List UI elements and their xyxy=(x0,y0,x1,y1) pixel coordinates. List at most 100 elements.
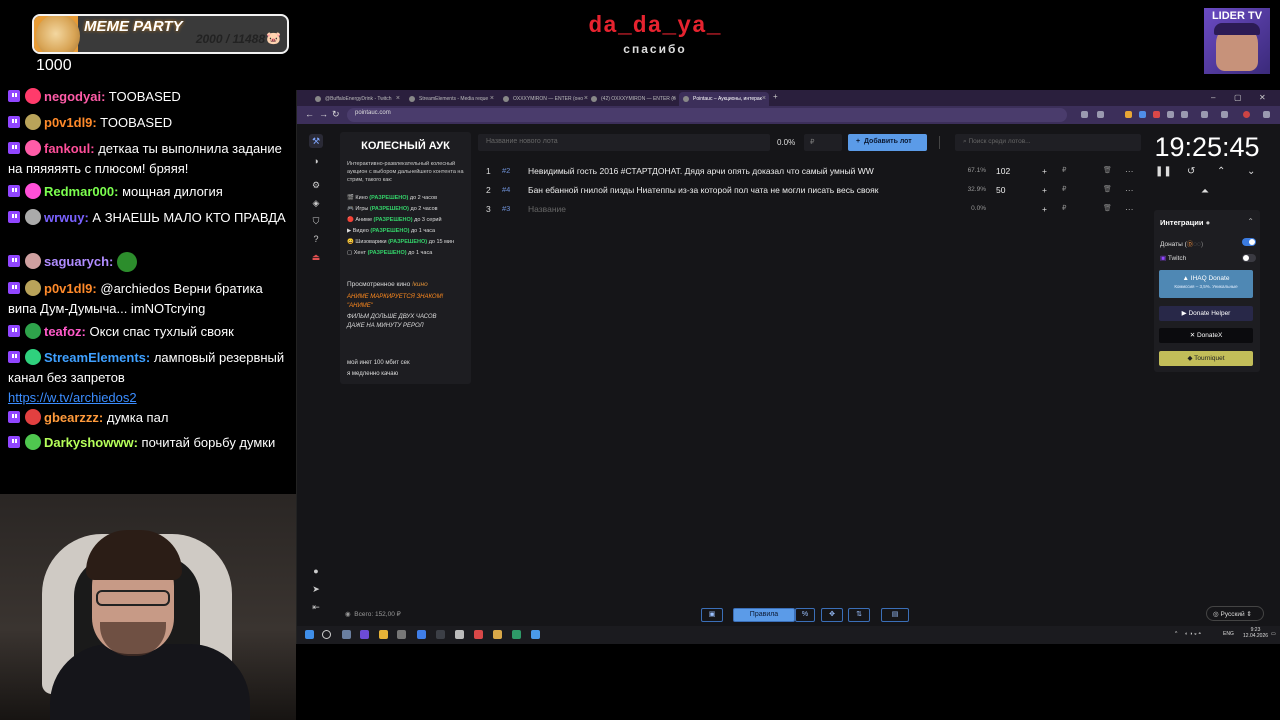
chat-nick[interactable]: saguarych: xyxy=(44,254,113,269)
extension-icon[interactable] xyxy=(1181,111,1188,118)
maximize-icon[interactable]: ▢ xyxy=(1234,93,1242,102)
ruble-icon[interactable]: ₽ xyxy=(1062,162,1066,180)
taskbar-app-icon[interactable] xyxy=(512,630,521,639)
chat-nick[interactable]: StreamElements: xyxy=(44,350,150,365)
search-icon[interactable] xyxy=(322,630,331,639)
add-lot-button[interactable]: + Добавить лот xyxy=(848,134,927,151)
plus-icon[interactable]: + xyxy=(1042,162,1047,180)
lot-name[interactable]: Бан ебанной гнилой пизды Ниатеппы из-за … xyxy=(528,181,928,199)
lot-amount[interactable]: 102 xyxy=(996,162,1010,180)
close-icon[interactable]: × xyxy=(762,92,766,106)
layers-icon[interactable]: ◈ xyxy=(309,196,323,210)
reload-icon[interactable]: ↻ xyxy=(332,109,340,120)
move-icon[interactable]: ✥ xyxy=(821,608,843,622)
chat-link[interactable]: https://w.tv/archiedos2 xyxy=(8,390,137,405)
extension-icon[interactable] xyxy=(1139,111,1146,118)
timer-down-icon[interactable]: ⌄ xyxy=(1247,166,1255,177)
watched-link[interactable]: !кино xyxy=(412,281,428,288)
new-lot-amount-input[interactable]: ₽ xyxy=(804,134,842,151)
tourniquet-button[interactable]: ◆ Tourniquet xyxy=(1159,351,1253,366)
ruble-icon[interactable]: ₽ xyxy=(1062,200,1066,218)
logout-icon[interactable]: ⏏ xyxy=(309,250,323,264)
menu-icon[interactable] xyxy=(1263,111,1270,118)
more-icon[interactable]: ⋯ xyxy=(1125,200,1134,218)
browser-tab-active[interactable]: Pointauc – Аукционы, интерак × xyxy=(679,92,769,106)
shield-icon[interactable]: ⛉ xyxy=(309,214,323,228)
trash-icon[interactable]: 🗑 xyxy=(1103,162,1112,180)
chevron-up-icon[interactable]: ⌃ xyxy=(1247,217,1254,226)
forward-icon[interactable]: → xyxy=(319,109,328,119)
chat-nick[interactable]: teafoz: xyxy=(44,324,86,339)
rules-button[interactable]: Правила xyxy=(733,608,795,622)
taskbar-app-icon[interactable] xyxy=(342,630,351,639)
back-icon[interactable]: ← xyxy=(305,109,314,119)
notifications-icon[interactable]: ▭ xyxy=(1271,631,1276,637)
close-icon[interactable]: × xyxy=(672,92,676,106)
downloads-icon[interactable] xyxy=(1221,111,1228,118)
profile-avatar[interactable] xyxy=(1243,111,1250,118)
tray-chevron-icon[interactable]: ^ xyxy=(1175,631,1177,637)
taskbar-app-icon[interactable] xyxy=(379,630,388,639)
taskbar-app-icon[interactable] xyxy=(474,630,483,639)
start-icon[interactable] xyxy=(305,630,314,639)
plus-icon[interactable]: + xyxy=(1042,200,1047,218)
extension-icon[interactable] xyxy=(1125,111,1132,118)
taskbar-app-icon[interactable] xyxy=(455,630,464,639)
tray-icons[interactable]: ◐ ◑ ◒ ◓ xyxy=(1185,631,1201,637)
chat-nick[interactable]: Darkyshowww: xyxy=(44,435,138,450)
auction-icon[interactable]: ⚒ xyxy=(309,134,323,148)
lot-search-input[interactable]: ⌕ Поиск среди лотов... xyxy=(955,134,1141,151)
github-icon[interactable]: ● xyxy=(309,566,323,580)
more-icon[interactable]: ⋯ xyxy=(1125,162,1134,180)
reset-timer-icon[interactable]: ↺ xyxy=(1187,166,1195,177)
browser-tab[interactable]: @BuffaloEnergyDrink - Twitch × xyxy=(311,92,403,106)
settings-icon[interactable]: ⚙ xyxy=(309,178,323,192)
taskbar-app-icon[interactable] xyxy=(360,630,369,639)
browser-tab[interactable]: (42) OXXXYMIRON — ENTER (o × xyxy=(587,92,679,106)
extension-icon[interactable] xyxy=(1167,111,1174,118)
taskbar-app-icon[interactable] xyxy=(493,630,502,639)
minimize-icon[interactable]: – xyxy=(1211,93,1215,102)
donate-helper-button[interactable]: ▶ Donate Helper xyxy=(1159,306,1253,321)
ruble-icon[interactable]: ₽ xyxy=(1062,181,1066,199)
donatex-button[interactable]: ✕ DonateX xyxy=(1159,328,1253,343)
close-icon[interactable]: × xyxy=(490,92,494,106)
chat-nick[interactable]: gbearzzz: xyxy=(44,410,103,425)
lot-name[interactable]: Невидимый гость 2016 #СТАРТДОНАТ. Дядя а… xyxy=(528,162,928,180)
chat-nick[interactable]: fankoul: xyxy=(44,141,95,156)
extension-icon[interactable] xyxy=(1201,111,1208,118)
lot-name[interactable]: Название xyxy=(528,200,928,218)
save-icon[interactable]: ▣ xyxy=(701,608,723,622)
trash-icon[interactable]: 🗑 xyxy=(1103,181,1112,199)
ihaq-donate-button[interactable]: ▲ IHAQ Donate Комиссия – 3,5%. Уникальны… xyxy=(1159,270,1253,298)
browser-tab[interactable]: OXXXYMIRON — ENTER (оно × xyxy=(499,92,591,106)
sort-icon[interactable]: ⇅ xyxy=(848,608,870,622)
plus-icon[interactable]: + xyxy=(1042,181,1047,199)
new-tab-icon[interactable]: + xyxy=(773,92,778,101)
taskbar-app-icon[interactable] xyxy=(531,630,540,639)
trash-icon[interactable]: 🗑 xyxy=(1103,200,1112,218)
percent-icon[interactable]: % xyxy=(795,608,815,622)
wheel-button-icon[interactable]: ▤ xyxy=(881,608,909,622)
telegram-icon[interactable]: ➤ xyxy=(309,584,323,598)
wheel-icon[interactable]: ◑ xyxy=(309,154,323,168)
donations-toggle[interactable] xyxy=(1242,238,1256,246)
new-lot-input[interactable]: Название нового лота xyxy=(478,134,770,151)
language-select[interactable]: ◎ Русский ⇕ xyxy=(1206,606,1264,621)
taskbar-app-icon[interactable] xyxy=(397,630,406,639)
chat-nick[interactable]: wrwuy: xyxy=(44,210,89,225)
lot-amount[interactable]: 50 xyxy=(996,181,1005,199)
browser-tab[interactable]: StreamElements - Media reque × xyxy=(405,92,497,106)
collapse-panel-icon[interactable]: ⏶ xyxy=(1201,186,1209,197)
address-bar[interactable]: pointauc.com xyxy=(347,108,1067,122)
more-icon[interactable]: ⋯ xyxy=(1125,181,1134,199)
extension-icon[interactable] xyxy=(1097,111,1104,118)
chat-nick[interactable]: negodyai: xyxy=(44,89,105,104)
extension-icon[interactable] xyxy=(1081,111,1088,118)
close-icon[interactable]: × xyxy=(396,92,400,106)
pause-icon[interactable]: ❚❚ xyxy=(1155,166,1172,177)
taskbar-app-icon[interactable] xyxy=(417,630,426,639)
extension-icon[interactable] xyxy=(1153,111,1160,118)
chat-nick[interactable]: p0v1dl9: xyxy=(44,115,97,130)
input-language[interactable]: ENG xyxy=(1223,631,1234,637)
